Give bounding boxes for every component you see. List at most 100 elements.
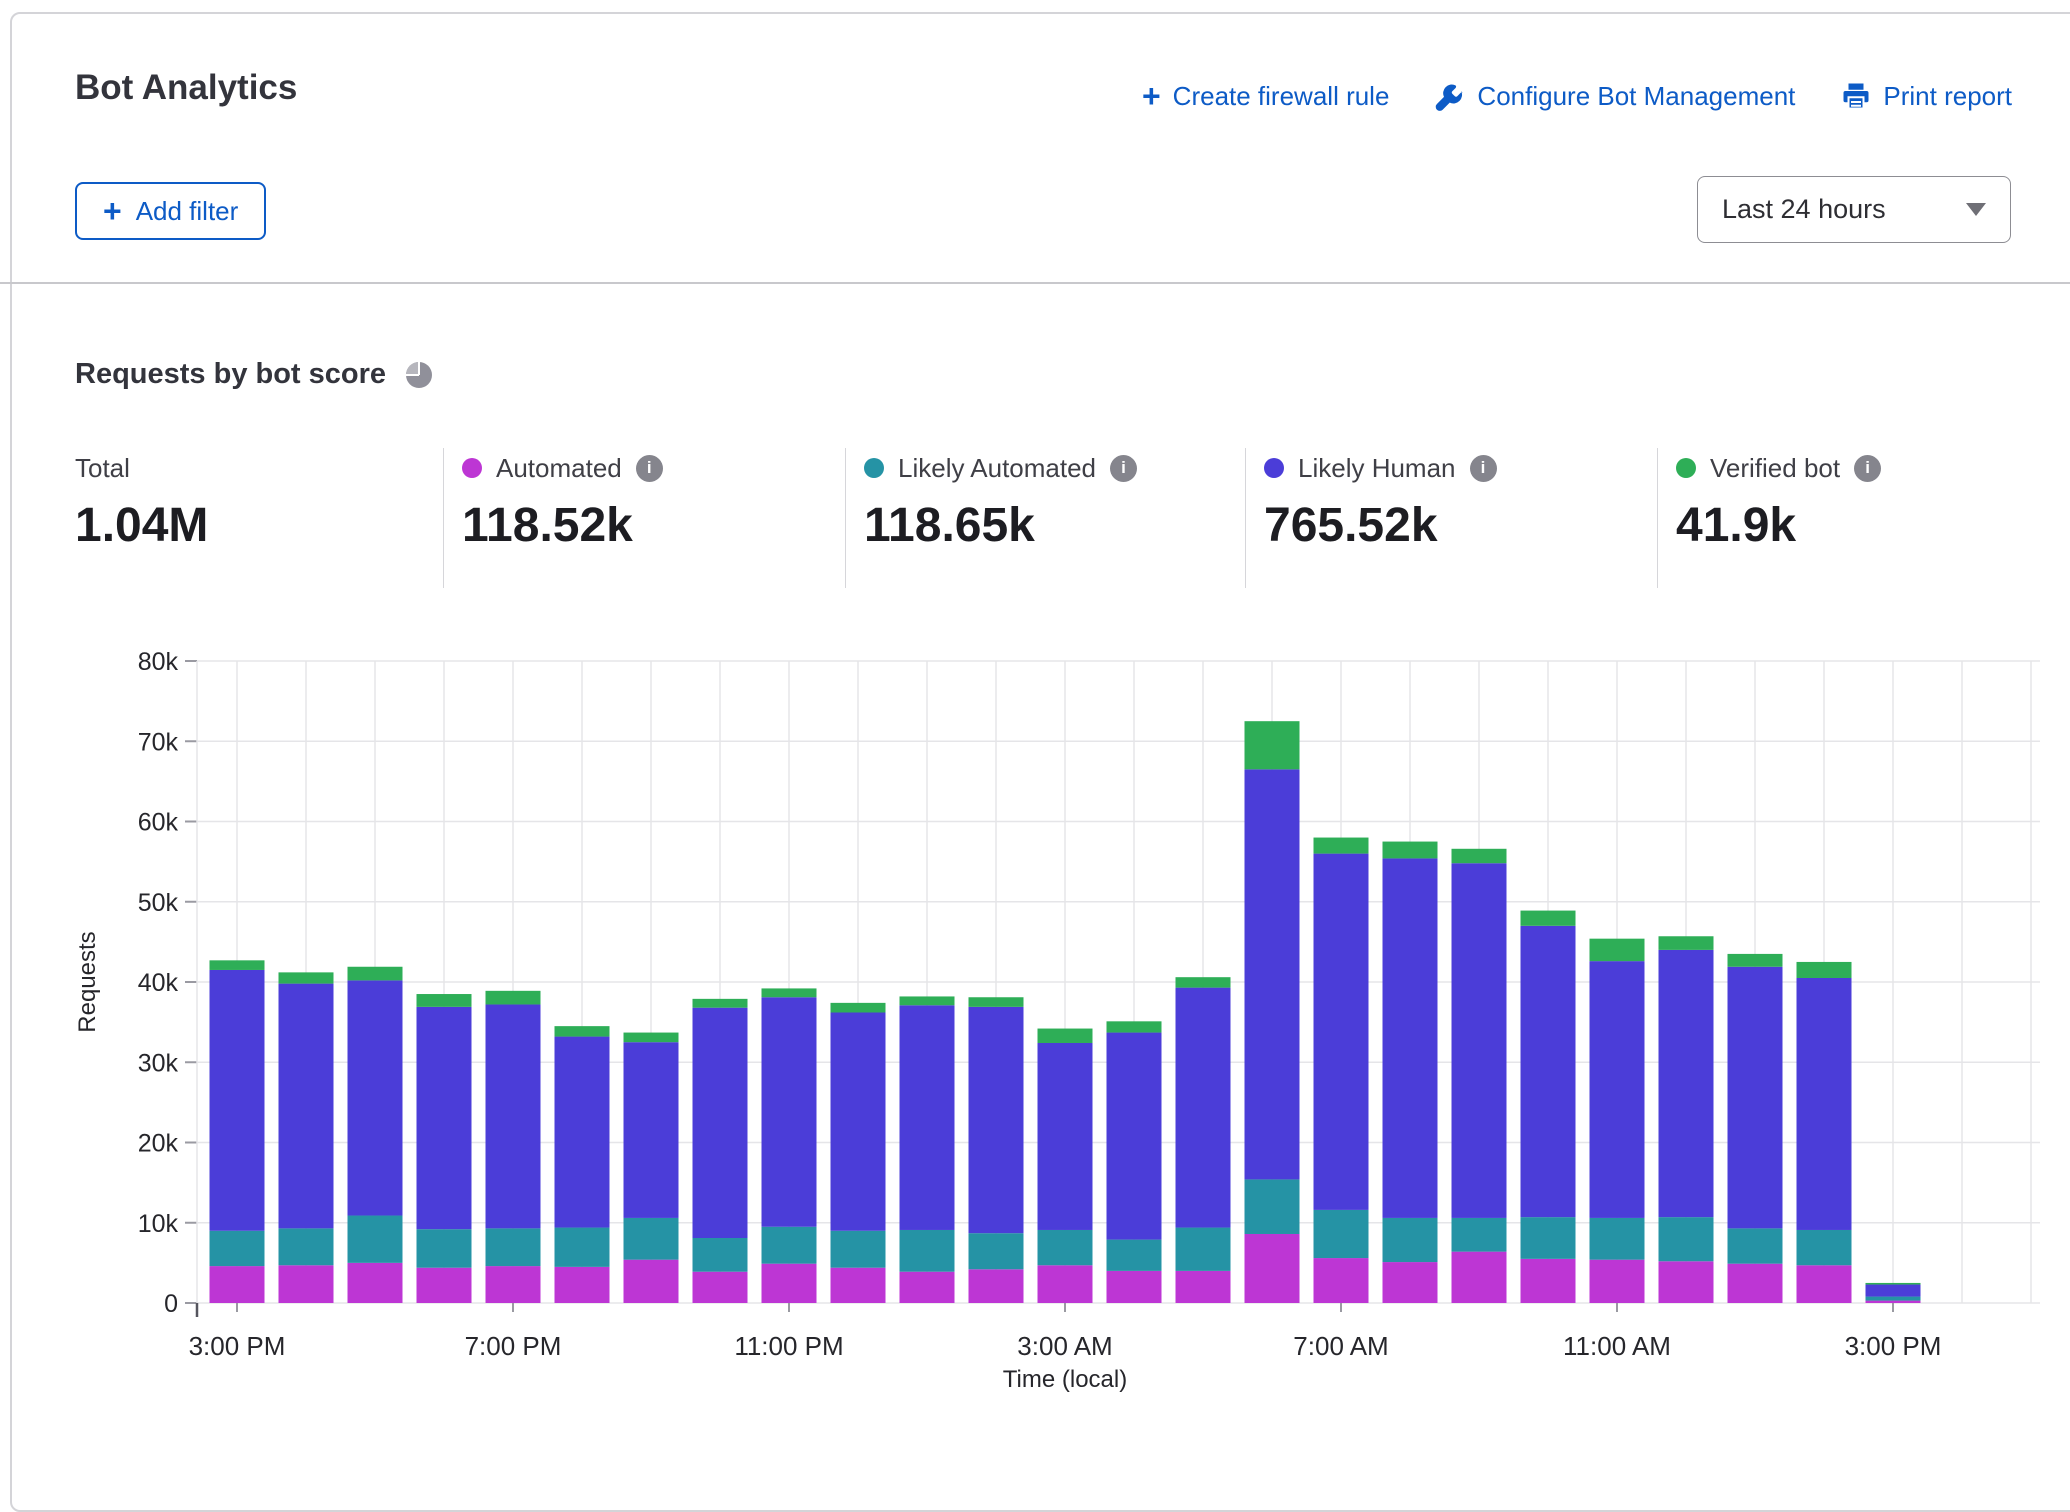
bar-segment-automated[interactable]: [1590, 1260, 1645, 1303]
bar-segment-automated[interactable]: [555, 1267, 610, 1303]
configure-bot-management-link[interactable]: Configure Bot Management: [1435, 81, 1795, 112]
bar-segment-automated[interactable]: [1521, 1259, 1576, 1303]
bar-segment-verified-bot[interactable]: [624, 1033, 679, 1043]
stat-likely-human[interactable]: Likely Human i 765.52k: [1264, 452, 1497, 553]
stat-likely-automated[interactable]: Likely Automated i 118.65k: [864, 452, 1137, 553]
bar-segment-automated[interactable]: [1176, 1271, 1231, 1303]
bar-segment-automated[interactable]: [969, 1269, 1024, 1303]
stat-verified-bot[interactable]: Verified bot i 41.9k: [1676, 452, 1881, 553]
bar-segment-likely-automated[interactable]: [762, 1227, 817, 1264]
bar-segment-likely-human[interactable]: [693, 1008, 748, 1238]
stat-automated[interactable]: Automated i 118.52k: [462, 452, 663, 553]
bar-segment-verified-bot[interactable]: [1452, 849, 1507, 863]
bar-segment-likely-human[interactable]: [1452, 863, 1507, 1218]
bar-segment-likely-human[interactable]: [969, 1007, 1024, 1233]
bar-segment-likely-automated[interactable]: [1866, 1297, 1921, 1301]
bar-segment-likely-human[interactable]: [1038, 1043, 1093, 1230]
bar-segment-likely-human[interactable]: [1797, 978, 1852, 1230]
bar-segment-automated[interactable]: [624, 1260, 679, 1303]
bar-segment-likely-human[interactable]: [762, 997, 817, 1227]
bar-segment-automated[interactable]: [210, 1266, 265, 1303]
bar-segment-likely-human[interactable]: [1521, 926, 1576, 1217]
bar-segment-likely-automated[interactable]: [1176, 1228, 1231, 1271]
bar-segment-automated[interactable]: [348, 1263, 403, 1303]
bar-segment-automated[interactable]: [1728, 1264, 1783, 1303]
bar-segment-likely-automated[interactable]: [417, 1229, 472, 1268]
info-icon[interactable]: i: [1110, 455, 1137, 482]
bar-segment-automated[interactable]: [1314, 1258, 1369, 1303]
bar-segment-likely-automated[interactable]: [900, 1230, 955, 1272]
bar-segment-verified-bot[interactable]: [1314, 838, 1369, 854]
bar-segment-verified-bot[interactable]: [417, 994, 472, 1007]
bar-segment-likely-human[interactable]: [1728, 967, 1783, 1229]
bar-segment-likely-human[interactable]: [624, 1042, 679, 1218]
bar-segment-likely-human[interactable]: [1245, 769, 1300, 1179]
bar-segment-verified-bot[interactable]: [279, 972, 334, 983]
bar-segment-likely-automated[interactable]: [1314, 1210, 1369, 1258]
bar-segment-likely-human[interactable]: [279, 984, 334, 1229]
bar-segment-automated[interactable]: [1245, 1234, 1300, 1303]
info-icon[interactable]: i: [1854, 455, 1881, 482]
bar-segment-verified-bot[interactable]: [1866, 1283, 1921, 1285]
add-filter-button[interactable]: + Add filter: [75, 182, 266, 240]
bar-segment-verified-bot[interactable]: [1245, 721, 1300, 769]
bar-segment-automated[interactable]: [1866, 1301, 1921, 1303]
bar-segment-verified-bot[interactable]: [762, 988, 817, 997]
bar-segment-verified-bot[interactable]: [1107, 1021, 1162, 1032]
bar-segment-verified-bot[interactable]: [486, 991, 541, 1005]
bar-segment-verified-bot[interactable]: [1383, 842, 1438, 859]
bar-segment-automated[interactable]: [486, 1266, 541, 1303]
bar-segment-likely-automated[interactable]: [1452, 1218, 1507, 1252]
bar-segment-likely-automated[interactable]: [279, 1228, 334, 1265]
time-range-select[interactable]: Last 24 hours: [1697, 176, 2011, 243]
bar-segment-likely-human[interactable]: [1866, 1285, 1921, 1297]
bar-segment-likely-automated[interactable]: [486, 1228, 541, 1266]
bar-segment-automated[interactable]: [900, 1272, 955, 1303]
bar-segment-likely-automated[interactable]: [1797, 1230, 1852, 1265]
bar-segment-verified-bot[interactable]: [1797, 962, 1852, 978]
bar-segment-verified-bot[interactable]: [1590, 939, 1645, 961]
bar-segment-likely-automated[interactable]: [555, 1228, 610, 1267]
bar-segment-likely-automated[interactable]: [1659, 1217, 1714, 1261]
bar-segment-verified-bot[interactable]: [1659, 936, 1714, 950]
bar-segment-verified-bot[interactable]: [210, 960, 265, 970]
bar-segment-likely-automated[interactable]: [969, 1233, 1024, 1269]
bar-segment-verified-bot[interactable]: [693, 999, 748, 1008]
bar-segment-likely-automated[interactable]: [624, 1218, 679, 1260]
bar-segment-automated[interactable]: [1797, 1265, 1852, 1303]
bar-segment-automated[interactable]: [762, 1264, 817, 1303]
bar-segment-likely-automated[interactable]: [210, 1231, 265, 1266]
bar-segment-likely-automated[interactable]: [1245, 1179, 1300, 1234]
bar-segment-likely-human[interactable]: [210, 970, 265, 1231]
bar-segment-likely-human[interactable]: [1107, 1033, 1162, 1240]
bar-segment-automated[interactable]: [831, 1268, 886, 1303]
bar-segment-likely-automated[interactable]: [1107, 1240, 1162, 1271]
bar-segment-verified-bot[interactable]: [1176, 977, 1231, 987]
bar-segment-likely-human[interactable]: [1383, 858, 1438, 1218]
bar-segment-verified-bot[interactable]: [348, 967, 403, 981]
bar-segment-likely-automated[interactable]: [348, 1216, 403, 1263]
bar-segment-verified-bot[interactable]: [1728, 954, 1783, 967]
bar-segment-likely-human[interactable]: [486, 1004, 541, 1228]
bar-segment-likely-human[interactable]: [555, 1037, 610, 1228]
info-icon[interactable]: i: [636, 455, 663, 482]
bar-segment-likely-human[interactable]: [348, 980, 403, 1215]
bar-segment-automated[interactable]: [693, 1272, 748, 1303]
bar-segment-automated[interactable]: [1659, 1261, 1714, 1303]
bar-segment-likely-human[interactable]: [1659, 950, 1714, 1217]
bar-segment-likely-automated[interactable]: [1521, 1217, 1576, 1259]
bar-segment-automated[interactable]: [1452, 1252, 1507, 1303]
bar-segment-likely-automated[interactable]: [831, 1231, 886, 1268]
bar-segment-likely-automated[interactable]: [1590, 1218, 1645, 1260]
print-report-link[interactable]: Print report: [1841, 81, 2012, 112]
bar-segment-automated[interactable]: [1107, 1271, 1162, 1303]
bar-segment-verified-bot[interactable]: [1521, 911, 1576, 926]
bar-segment-likely-human[interactable]: [1314, 854, 1369, 1210]
bar-segment-verified-bot[interactable]: [900, 996, 955, 1005]
bar-segment-verified-bot[interactable]: [969, 997, 1024, 1007]
create-firewall-rule-link[interactable]: + Create firewall rule: [1142, 80, 1389, 112]
bar-segment-automated[interactable]: [1038, 1265, 1093, 1303]
bar-segment-likely-human[interactable]: [900, 1005, 955, 1230]
bar-segment-likely-human[interactable]: [417, 1007, 472, 1229]
bar-segment-likely-human[interactable]: [1590, 961, 1645, 1218]
